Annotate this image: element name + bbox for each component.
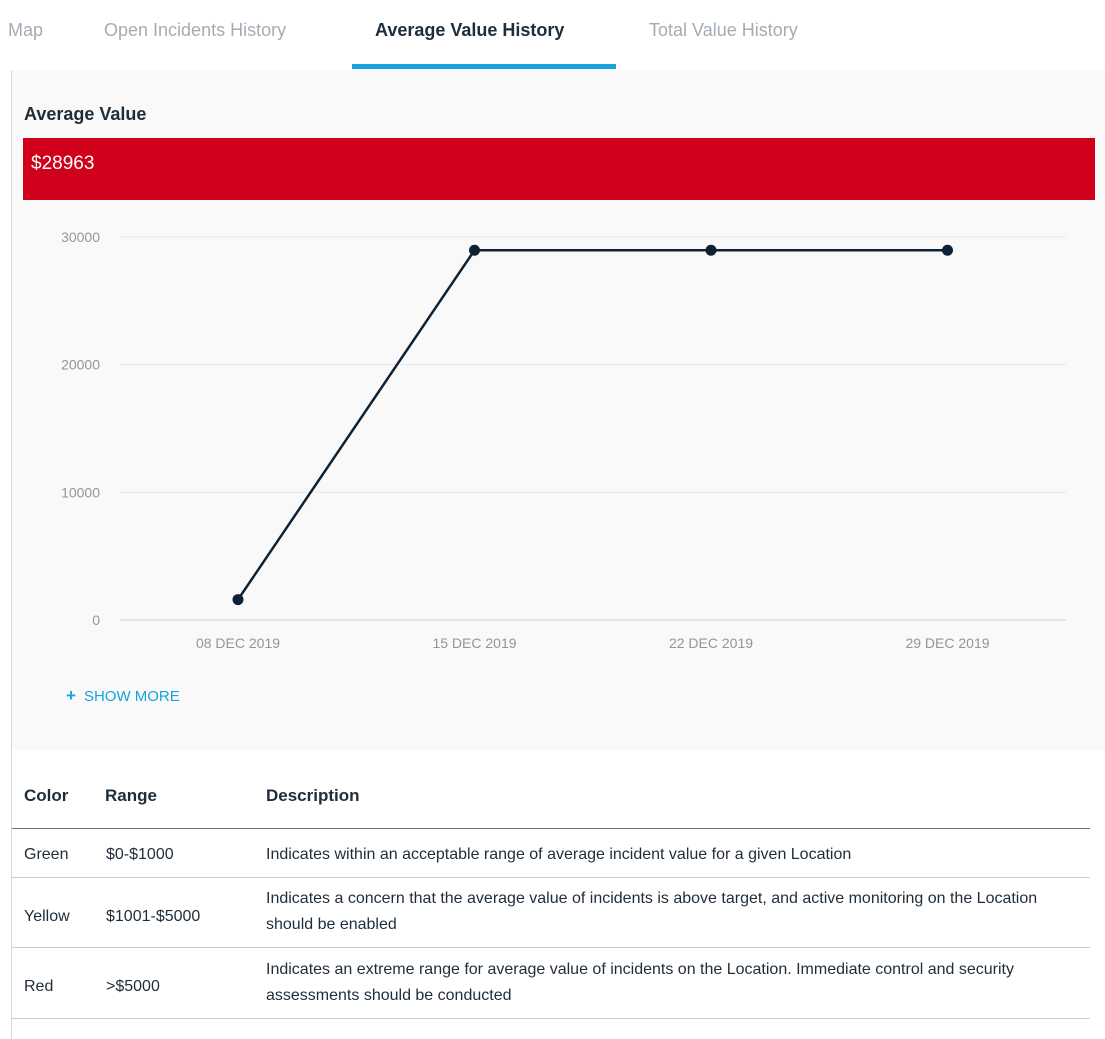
data-point[interactable] [705, 244, 717, 256]
show-more-label: SHOW MORE [83, 688, 180, 705]
row-range-green: $0-$1000 [106, 846, 174, 863]
table-header-color: Color [24, 786, 69, 805]
y-tick-label: 0 [92, 612, 100, 628]
y-tick-label: 20000 [61, 357, 100, 373]
data-point[interactable] [232, 594, 244, 606]
y-tick-label: 10000 [61, 484, 100, 500]
row-description-red: Indicates an extreme range for average v… [266, 961, 1014, 1004]
row-color-red: Red [24, 978, 54, 995]
row-range-yellow: $1001-$5000 [106, 908, 201, 925]
table-row-divider [12, 877, 1090, 878]
series-line [236, 248, 948, 601]
table-bottom-divider [12, 1018, 1090, 1019]
row-description-green: Indicates within an acceptable range of … [266, 846, 852, 863]
x-tick-label: 08 DEC 2019 [196, 635, 280, 651]
x-tick-label: 29 DEC 2019 [905, 635, 989, 651]
x-tick-label: 15 DEC 2019 [432, 635, 516, 651]
table-row-divider [12, 947, 1090, 948]
data-point[interactable] [942, 244, 953, 256]
y-tick-label: 30000 [61, 229, 100, 245]
row-range-red: >$5000 [106, 978, 160, 995]
average-value-line-chart: 0 10000 20000 30000 08 DEC 2019 15 DEC 2019 22… [61, 229, 1066, 651]
plus-icon: + [66, 686, 76, 705]
row-color-green: Green [24, 846, 69, 863]
x-tick-label: 22 DEC 2019 [669, 635, 753, 651]
data-point[interactable] [469, 244, 480, 256]
show-more-button[interactable]: + SHOW MORE [66, 686, 180, 706]
row-color-yellow: Yellow [24, 908, 70, 925]
row-description-yellow: Indicates a concern that the average val… [266, 890, 1038, 933]
table-header-range: Range [105, 786, 157, 805]
table-header-description: Description [266, 786, 360, 805]
table-header-divider [12, 828, 1090, 829]
